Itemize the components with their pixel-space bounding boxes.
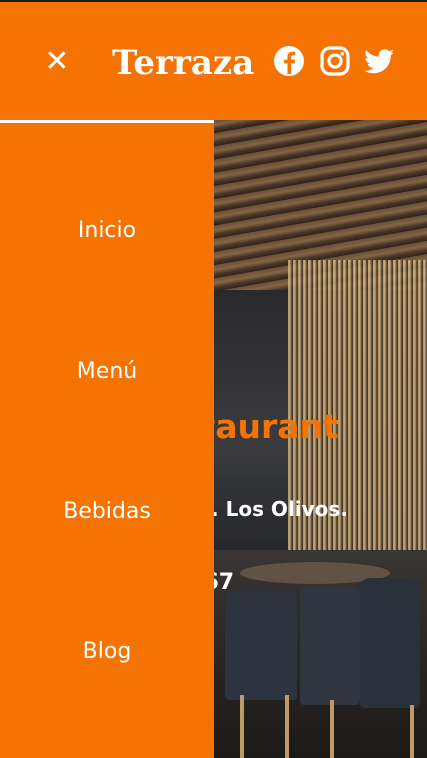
hero-photo-chair-leg [240, 695, 244, 758]
hero-photo-chair-leg [410, 705, 414, 758]
hero-photo-chair [300, 585, 360, 705]
facebook-link[interactable] [272, 44, 306, 78]
instagram-link[interactable] [318, 44, 352, 78]
twitter-icon [364, 49, 394, 74]
instagram-icon [320, 46, 350, 76]
twitter-link[interactable] [362, 44, 396, 78]
close-icon: ✕ [44, 44, 70, 79]
mobile-nav-drawer: Inicio Menú Bebidas Blog [0, 120, 214, 758]
hero-photo-chair [225, 590, 297, 700]
facebook-icon [274, 46, 304, 76]
hero-photo-chair [360, 578, 420, 708]
hero-photo-chair-leg [330, 700, 334, 758]
nav-item-bebidas[interactable]: Bebidas [0, 492, 214, 532]
nav-item-inicio[interactable]: Inicio [0, 211, 214, 251]
hero-photo-chair-leg [285, 695, 289, 758]
nav-item-menu[interactable]: Menú [0, 352, 214, 392]
close-menu-button[interactable]: ✕ [40, 42, 74, 82]
site-header: ✕ Terraza [0, 2, 427, 120]
site-brand[interactable]: Terraza [112, 38, 254, 88]
nav-item-blog[interactable]: Blog [0, 632, 214, 672]
